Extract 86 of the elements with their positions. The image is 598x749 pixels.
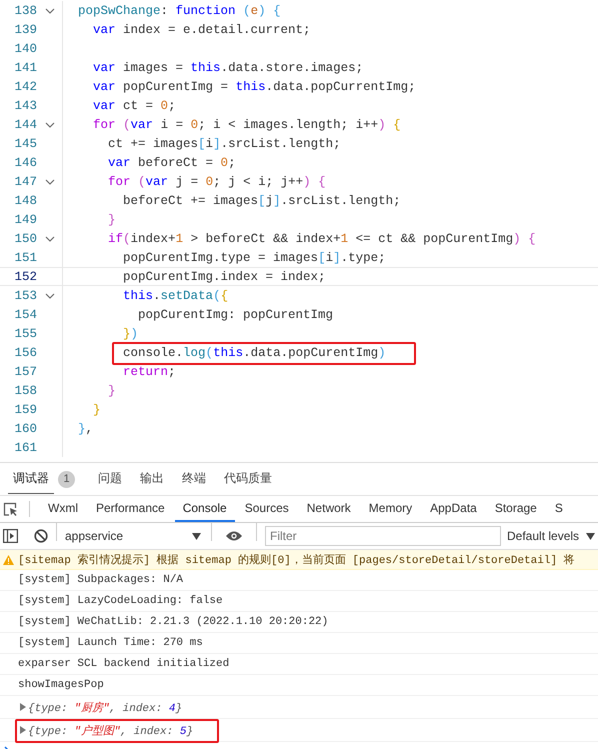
line-number: 160 bbox=[13, 422, 37, 436]
code-line: var images = this.data.store.images; bbox=[93, 60, 364, 74]
code-line: popSwChange: function (e) { bbox=[78, 4, 281, 18]
code-line: var ct = 0; bbox=[93, 98, 176, 112]
line-number: 156 bbox=[13, 346, 37, 360]
code-line: for (var i = 0; i < images.length; i++) { bbox=[93, 118, 401, 132]
line-number: 145 bbox=[13, 136, 37, 150]
panel-tab[interactable]: 问题 bbox=[93, 464, 127, 494]
panel-tab[interactable]: 输出 bbox=[135, 464, 169, 494]
line-number: 138 bbox=[13, 4, 37, 18]
line-number: 149 bbox=[13, 212, 37, 226]
line-number: 146 bbox=[13, 156, 37, 170]
console-message: [system] WeChatLib: 2.21.3 (2022.1.10 20:20:22) bbox=[18, 616, 328, 628]
code-line: beforeCt += images[j].srcList.length; bbox=[123, 194, 401, 208]
line-number: 150 bbox=[13, 232, 37, 246]
code-line: } bbox=[93, 402, 101, 416]
code-line: ct += images[i].srcList.length; bbox=[108, 136, 341, 150]
code-line: } bbox=[108, 384, 116, 398]
code-line: popCurentImg.index = index; bbox=[123, 270, 326, 284]
chevron-icon[interactable] bbox=[44, 122, 54, 128]
filter-field[interactable]: Filter bbox=[265, 526, 501, 546]
chevron-icon[interactable] bbox=[44, 292, 54, 298]
eye-icon[interactable] bbox=[225, 530, 243, 542]
chevron-icon[interactable] bbox=[44, 236, 54, 242]
line-number: 155 bbox=[13, 326, 37, 340]
expand-triangle-icon[interactable] bbox=[20, 726, 26, 734]
code-line: } bbox=[108, 212, 116, 226]
clear-console-icon[interactable] bbox=[34, 529, 48, 543]
line-number: 140 bbox=[13, 42, 37, 56]
line-number: 159 bbox=[13, 402, 37, 416]
devtools-tab[interactable]: Wxml bbox=[40, 496, 86, 522]
line-number: 141 bbox=[13, 60, 37, 74]
sidebar-toggle-icon[interactable] bbox=[3, 529, 18, 543]
levels-dropdown[interactable]: Default levels bbox=[507, 529, 596, 543]
console-message: [sitemap 索引情况提示] 根据 sitemap 的规则[0]，当前页面 [pages/storeDetail/storeDetail] 将 bbox=[18, 552, 575, 567]
console-message: showImagesPop bbox=[18, 679, 104, 691]
line-number: 153 bbox=[13, 288, 37, 302]
panel-tab[interactable]: 调试器 bbox=[8, 464, 54, 494]
line-number: 148 bbox=[13, 194, 37, 208]
panel-tab[interactable]: 终端 bbox=[177, 464, 211, 494]
code-line: var beforeCt = 0; bbox=[108, 156, 236, 170]
warning-icon bbox=[3, 554, 14, 564]
code-line: }, bbox=[78, 422, 94, 436]
code-line: }) bbox=[123, 326, 138, 340]
code-line: popCurentImg: popCurentImg bbox=[138, 308, 334, 322]
console-message: {type: "户型图", index: 5} bbox=[28, 724, 194, 738]
line-number: 161 bbox=[13, 440, 37, 454]
console-message: [system] Launch Time: 270 ms bbox=[18, 637, 203, 649]
devtools-tab[interactable]: Storage bbox=[486, 496, 545, 522]
devtools-tab[interactable]: Sources bbox=[236, 496, 297, 522]
caret-icon bbox=[192, 532, 201, 540]
code-line: var popCurentImg = this.data.popCurrentImg; bbox=[93, 80, 416, 94]
console-message: exparser SCL backend initialized bbox=[18, 658, 230, 670]
devtools-tab[interactable]: Memory bbox=[360, 496, 420, 522]
line-number: 157 bbox=[13, 364, 37, 378]
inspect-icon[interactable] bbox=[3, 502, 19, 516]
line-number: 151 bbox=[13, 250, 37, 264]
code-line: popCurentImg.type = images[i].type; bbox=[123, 250, 386, 264]
caret-icon bbox=[586, 532, 596, 540]
line-number: 154 bbox=[13, 308, 37, 322]
code-line: var index = e.detail.current; bbox=[93, 22, 311, 36]
code-line: for (var j = 0; j < i; j++) { bbox=[108, 174, 326, 188]
devtools-tab[interactable]: S bbox=[546, 496, 571, 522]
chevron-icon[interactable] bbox=[44, 8, 54, 14]
line-number: 143 bbox=[13, 98, 37, 112]
line-number: 139 bbox=[13, 22, 37, 36]
devtools-tab[interactable]: AppData bbox=[422, 496, 485, 522]
console-message: [system] Subpackages: N/A bbox=[18, 574, 184, 586]
count-badge: 1 bbox=[58, 470, 75, 488]
devtools-tab[interactable]: Performance bbox=[88, 496, 173, 522]
line-number: 144 bbox=[13, 118, 37, 132]
code-line: this.setData({ bbox=[123, 288, 228, 302]
code-line: return; bbox=[123, 364, 176, 378]
console-message: {type: "厨房", index: 4} bbox=[28, 700, 182, 714]
code-line: if(index+1 > beforeCt && index+1 <= ct && popCurentImg) { bbox=[108, 232, 536, 246]
expand-triangle-icon[interactable] bbox=[20, 703, 26, 711]
context-dropdown[interactable]: appservice bbox=[65, 529, 203, 543]
devtools-tab[interactable]: Console bbox=[174, 496, 235, 522]
chevron-icon[interactable] bbox=[44, 178, 54, 184]
devtools-tab[interactable]: Network bbox=[298, 496, 359, 522]
line-number: 158 bbox=[13, 384, 37, 398]
panel-tab[interactable]: 代码质量 bbox=[219, 464, 277, 494]
console-message: [system] LazyCodeLoading: false bbox=[18, 595, 223, 607]
line-number: 142 bbox=[13, 80, 37, 94]
line-number: 147 bbox=[13, 174, 37, 188]
line-number: 152 bbox=[13, 270, 37, 284]
